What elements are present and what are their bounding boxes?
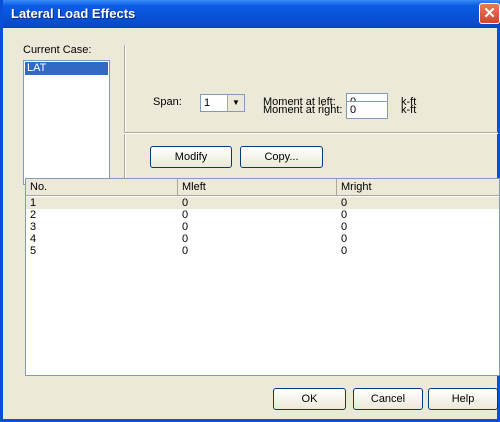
row-mleft: 0	[182, 209, 189, 221]
row-no: 4	[30, 233, 37, 245]
table-row[interactable]: 5 0 0	[26, 245, 499, 257]
table-row[interactable]: 2 0 0	[26, 209, 499, 221]
span-select[interactable]: 1 ▼	[200, 94, 245, 112]
modify-button[interactable]: Modify	[150, 146, 232, 168]
column-header-no[interactable]: No.	[26, 179, 178, 195]
row-mleft: 0	[182, 245, 189, 257]
current-case-label: Current Case:	[23, 44, 92, 56]
table-header: No. Mleft Mright	[26, 179, 499, 196]
vertical-divider	[124, 45, 126, 190]
current-case-list[interactable]: LAT	[23, 60, 110, 185]
row-mleft: 0	[182, 197, 189, 209]
window-title: Lateral Load Effects	[11, 6, 136, 21]
title-bar[interactable]: Lateral Load Effects ✕	[3, 0, 500, 28]
column-header-mleft[interactable]: Mleft	[178, 179, 337, 195]
table-row[interactable]: 3 0 0	[26, 221, 499, 233]
row-mright: 0	[341, 245, 348, 257]
row-no: 1	[30, 197, 37, 209]
row-no: 3	[30, 221, 37, 233]
cancel-button[interactable]: Cancel	[353, 388, 423, 410]
row-mleft: 0	[182, 233, 189, 245]
row-mright: 0	[341, 197, 348, 209]
row-mright: 0	[341, 221, 348, 233]
moment-right-unit: k-ft	[401, 104, 417, 116]
dropdown-arrow-icon[interactable]: ▼	[227, 95, 244, 111]
horizontal-divider	[124, 132, 498, 134]
row-no: 5	[30, 245, 37, 257]
load-table[interactable]: No. Mleft Mright 1 0 0 2 0 0 3 0 0 4 0 0…	[25, 178, 500, 376]
row-mleft: 0	[182, 221, 189, 233]
column-header-mright[interactable]: Mright	[337, 179, 499, 195]
case-item-lat[interactable]: LAT	[25, 62, 108, 75]
row-no: 2	[30, 209, 37, 221]
help-button[interactable]: Help	[428, 388, 498, 410]
ok-button[interactable]: OK	[273, 388, 346, 410]
row-mright: 0	[341, 233, 348, 245]
row-mright: 0	[341, 209, 348, 221]
span-value: 1	[204, 97, 211, 109]
span-label: Span:	[153, 96, 182, 108]
moment-right-label: Moment at right:	[263, 104, 343, 116]
table-row[interactable]: 4 0 0	[26, 233, 499, 245]
table-row[interactable]: 1 0 0	[26, 197, 499, 209]
close-button[interactable]: ✕	[479, 3, 500, 24]
dialog-window: Lateral Load Effects ✕ Current Case: LAT…	[0, 0, 500, 422]
close-icon: ✕	[483, 5, 496, 22]
moment-right-input[interactable]: 0	[346, 101, 388, 119]
moment-right-value: 0	[350, 104, 357, 116]
copy-button[interactable]: Copy...	[240, 146, 323, 168]
